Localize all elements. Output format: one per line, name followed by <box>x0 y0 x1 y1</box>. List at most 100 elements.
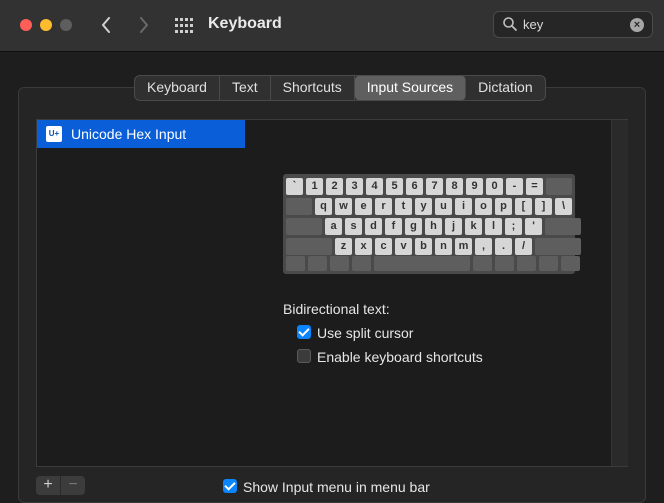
keyboard-key <box>352 256 371 271</box>
keyboard-key <box>535 238 581 255</box>
grid-icon <box>175 18 193 33</box>
tab-text[interactable]: Text <box>220 76 271 100</box>
keyboard-key <box>545 218 581 235</box>
keyboard-key: ` <box>286 178 303 195</box>
search-field[interactable]: key × <box>493 11 653 38</box>
keyboard-key: 6 <box>406 178 423 195</box>
show-all-button[interactable] <box>170 14 196 38</box>
keyboard-key: t <box>395 198 412 215</box>
keyboard-key: v <box>395 238 412 255</box>
keyboard-key <box>286 218 322 235</box>
keyboard-key: a <box>325 218 342 235</box>
keyboard-key: \ <box>555 198 572 215</box>
add-input-source-button[interactable]: + <box>36 476 60 495</box>
back-button[interactable] <box>92 12 120 38</box>
show-input-menu-label: Show Input menu in menu bar <box>243 479 430 495</box>
keyboard-key: [ <box>515 198 532 215</box>
window-title: Keyboard <box>208 15 282 32</box>
tab-dictation[interactable]: Dictation <box>466 76 544 100</box>
keyboard-row: a s d f g h j k l; ' <box>286 218 581 235</box>
keyboard-key: f <box>385 218 402 235</box>
keyboard-key: 8 <box>446 178 463 195</box>
keyboard-key: n <box>435 238 452 255</box>
list-controls: + − <box>36 476 85 495</box>
list-item[interactable]: U+ Unicode Hex Input <box>37 120 245 148</box>
keyboard-row <box>286 256 580 273</box>
input-sources-list[interactable]: U+ Unicode Hex Input <box>36 119 246 467</box>
tab-input-sources[interactable]: Input Sources <box>354 76 467 100</box>
keyboard-key: i <box>455 198 472 215</box>
keyboard-preview: ` 1 2 3 4 5 6 7 8 9 0- = q w e r t y u i o p[] \ a s d f g h j k l; ' … <box>283 174 581 274</box>
keyboard-key: z <box>335 238 352 255</box>
remove-input-source-button[interactable]: − <box>60 476 85 495</box>
list-item-label: Unicode Hex Input <box>71 126 187 142</box>
keyboard-key: j <box>445 218 462 235</box>
keyboard-key <box>286 256 305 271</box>
chevron-right-icon <box>140 17 149 33</box>
keyboard-key: g <box>405 218 422 235</box>
tab-shortcuts[interactable]: Shortcuts <box>271 76 355 100</box>
keyboard-row: q w e r t y u i o p[] \ <box>286 198 572 215</box>
keyboard-key <box>473 256 492 271</box>
keyboard-key: w <box>335 198 352 215</box>
keyboard-key <box>546 178 572 195</box>
keyboard-key: e <box>355 198 372 215</box>
keyboard-shortcuts-label: Enable keyboard shortcuts <box>317 349 483 365</box>
keyboard-key: m <box>455 238 472 255</box>
keyboard-key: ' <box>525 218 542 235</box>
clear-search-icon[interactable]: × <box>630 18 644 32</box>
keyboard-key: 9 <box>466 178 483 195</box>
keyboard-key: ] <box>535 198 552 215</box>
keyboard-key: 7 <box>426 178 443 195</box>
keyboard-key: y <box>415 198 432 215</box>
minimize-window-button[interactable] <box>40 19 52 31</box>
keyboard-key: = <box>526 178 543 195</box>
search-icon <box>503 17 517 31</box>
keyboard-key <box>561 256 580 271</box>
keyboard-row: ` 1 2 3 4 5 6 7 8 9 0- = <box>286 178 572 195</box>
keyboard-key: l <box>485 218 502 235</box>
keyboard-key: u <box>435 198 452 215</box>
keyboard-key <box>374 256 470 271</box>
keyboard-key: p <box>495 198 512 215</box>
keyboard-key: q <box>315 198 332 215</box>
show-input-menu-checkbox[interactable] <box>223 479 237 493</box>
keyboard-key <box>330 256 349 271</box>
keyboard-key: 1 <box>306 178 323 195</box>
keyboard-key: o <box>475 198 492 215</box>
chevron-left-icon <box>101 17 110 33</box>
keyboard-key: 3 <box>346 178 363 195</box>
title-bar: Keyboard key × <box>0 0 664 52</box>
keyboard-key: 0 <box>486 178 503 195</box>
keyboard-key <box>539 256 558 271</box>
split-cursor-checkbox[interactable] <box>297 325 311 339</box>
keyboard-key: . <box>495 238 512 255</box>
tab-bar: Keyboard Text Shortcuts Input Sources Di… <box>134 75 546 101</box>
bidirectional-text-heading: Bidirectional text: <box>283 301 390 317</box>
keyboard-key: d <box>365 218 382 235</box>
keyboard-key: x <box>355 238 372 255</box>
keyboard-key: , <box>475 238 492 255</box>
keyboard-key: - <box>506 178 523 195</box>
zoom-window-button[interactable] <box>60 19 72 31</box>
keyboard-key <box>286 198 312 215</box>
split-cursor-label: Use split cursor <box>317 325 414 341</box>
keyboard-key <box>517 256 536 271</box>
close-window-button[interactable] <box>20 19 32 31</box>
input-source-detail <box>245 119 628 467</box>
scrollbar[interactable] <box>611 120 628 466</box>
search-input[interactable]: key <box>523 17 543 32</box>
keyboard-key: / <box>515 238 532 255</box>
tab-keyboard[interactable]: Keyboard <box>135 76 220 100</box>
keyboard-key <box>286 238 332 255</box>
keyboard-shortcuts-checkbox[interactable] <box>297 349 311 363</box>
keyboard-key: c <box>375 238 392 255</box>
keyboard-key: h <box>425 218 442 235</box>
keyboard-key: 5 <box>386 178 403 195</box>
unicode-hex-icon: U+ <box>46 126 62 142</box>
keyboard-key: s <box>345 218 362 235</box>
keyboard-key: 2 <box>326 178 343 195</box>
keyboard-row: z x c v b n m,. / <box>286 238 581 255</box>
forward-button[interactable] <box>130 12 158 38</box>
keyboard-key: r <box>375 198 392 215</box>
